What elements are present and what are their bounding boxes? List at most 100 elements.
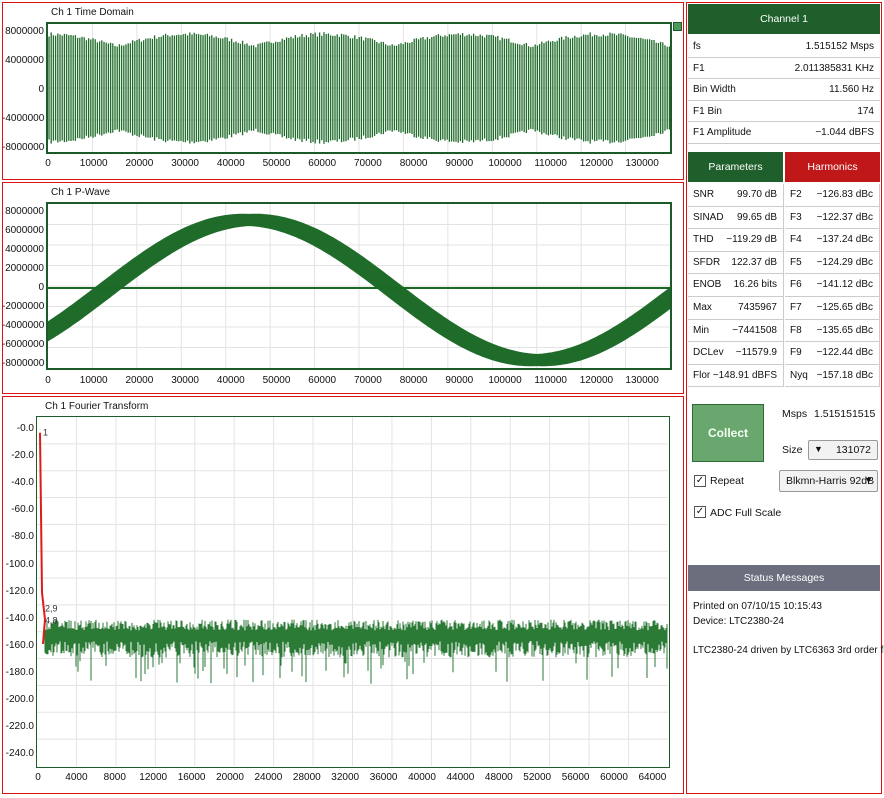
x-tick-label: 10000 [79,375,108,386]
x-tick-label: 24000 [254,772,283,783]
channel-row: F1 Amplitude −1.044 dBFS [688,122,880,144]
parameter-row: SNR 99.70 dB [688,184,784,207]
y-tick-label: -120.0 [5,585,34,597]
harmonic-value: −125.65 dBc [816,302,873,313]
channel-value: −1.044 dBFS [815,127,874,139]
harmonic-value: −135.65 dBc [816,324,873,336]
x-tick-label: 120000 [579,158,614,169]
harmonic-value: −137.24 dBc [816,234,873,246]
x-tick-label: 100000 [488,158,522,169]
x-tick-label: 16000 [177,772,206,783]
parameter-key: ENOB [693,279,722,291]
triangle-down-icon: ▼ [864,475,873,485]
y-tick-label: 0 [38,84,44,95]
harmonic-value: −122.44 dBc [816,347,873,359]
parameter-row: Min −7441508 [688,319,784,343]
msps-value: 1.515151515 [814,408,876,420]
x-tick-label: 52000 [523,772,552,783]
y-tick-label: -100.0 [5,558,34,570]
x-tick-label: 0 [45,375,51,386]
x-tick-label: 12000 [139,772,168,783]
parameter-key: SNR [693,189,715,200]
triangle-down-icon: ▼ [814,444,823,454]
parameter-value: 99.70 dB [736,189,777,200]
channel-key: F1 [693,62,705,74]
size-dropdown[interactable]: ▼ 131072 [808,440,878,460]
parameter-key: THD [693,234,714,246]
fft-plot[interactable]: 1 2,9 4,8 [36,416,670,768]
harmonic-key: F3 [790,211,802,223]
y-tick-label: -8000000 [2,358,45,369]
x-tick-label: 20000 [216,772,244,783]
parameter-row: ENOB 16.26 bits [688,274,784,297]
window-dropdown[interactable]: Blkmn-Harris 92dB ▼ [779,470,878,492]
parameter-key: Max [693,302,712,313]
y-tick-label: -200.0 [5,694,34,705]
repeat-checkbox[interactable]: ✓ [694,475,706,487]
adc-full-scale-checkbox[interactable]: ✓ [694,506,706,518]
channel-row: F1 2.011385831 KHz [688,58,880,80]
harmonic-row: F4 −137.24 dBc [785,229,880,252]
parameter-row: SINAD 99.65 dB [688,206,784,230]
parameter-value: −148.91 dBFS [712,369,777,381]
x-tick-label: 70000 [353,375,382,386]
x-tick-label: 60000 [308,375,337,386]
x-tick-label: 28000 [292,772,321,783]
channel-row: Bin Width 11.560 Hz [688,79,880,101]
parameter-row: Max 7435967 [688,297,784,320]
harmonic-key: F9 [790,347,802,359]
size-label: Size [782,444,803,456]
parameter-row: SFDR 122.37 dB [688,251,784,275]
x-tick-label: 120000 [579,375,614,386]
x-tick-label: 4000 [65,772,88,783]
channel-value: 11.560 Hz [829,84,874,96]
x-tick-label: 110000 [534,375,568,386]
tab-parameters[interactable]: Parameters [688,152,783,182]
y-tick-label: -20.0 [11,450,34,462]
harmonic-row: F8 −135.65 dBc [785,319,880,343]
plot-menu-icon[interactable] [673,22,682,31]
size-value: 131072 [835,444,871,456]
harmonic-value: −126.83 dBc [816,189,873,200]
x-tick-label: 36000 [369,772,398,783]
y-tick-label: 4000000 [5,55,44,66]
harmonic-key: Nyq [790,369,808,381]
tab-harmonics[interactable]: Harmonics [785,152,880,182]
fft-noise-trace [44,619,668,684]
harmonic-key: F2 [790,189,802,200]
y-tick-label: -8000000 [2,142,45,153]
y-tick-label: -160.0 [5,639,34,651]
msps-label: Msps [782,408,808,420]
parameter-key: SINAD [693,211,724,223]
y-tick-label: 2000000 [5,263,44,274]
parameter-key: SFDR [693,256,721,268]
harmonic-value: −157.18 dBc [816,369,873,381]
y-tick-label: -4000000 [2,320,45,331]
repeat-label: Repeat [710,475,744,487]
parameter-row: DCLev −11579.9 [688,342,784,365]
parameter-value: −7441508 [732,324,777,336]
harmonic-row: F7 −125.65 dBc [785,297,880,320]
status-header: Status Messages [688,565,880,591]
time-domain-plot[interactable] [46,22,672,154]
y-tick-label: -80.0 [11,531,34,543]
parameter-value: −119.29 dB [726,234,777,246]
harmonic-value: −124.29 dBc [816,256,873,268]
x-tick-label: 30000 [171,375,199,386]
channel-key: Bin Width [693,84,736,96]
parameter-value: 16.26 bits [733,279,777,291]
parameter-value: 7435967 [738,302,777,313]
fft-marker-label: 1 [43,427,48,437]
status-line-printed: Printed on 07/10/15 10:15:43 [693,601,822,612]
parameter-key: Min [693,324,710,336]
channel-value: 1.515152 Msps [805,41,874,52]
pwave-plot[interactable] [46,202,672,370]
y-tick-label: 4000000 [5,244,44,255]
x-tick-label: 8000 [103,772,126,783]
collect-button[interactable]: Collect [692,404,764,462]
x-tick-label: 80000 [399,375,428,386]
harmonic-key: F4 [790,234,802,246]
x-tick-label: 44000 [446,772,475,783]
window-value: Blkmn-Harris 92dB [786,475,875,487]
x-tick-label: 90000 [445,375,474,386]
